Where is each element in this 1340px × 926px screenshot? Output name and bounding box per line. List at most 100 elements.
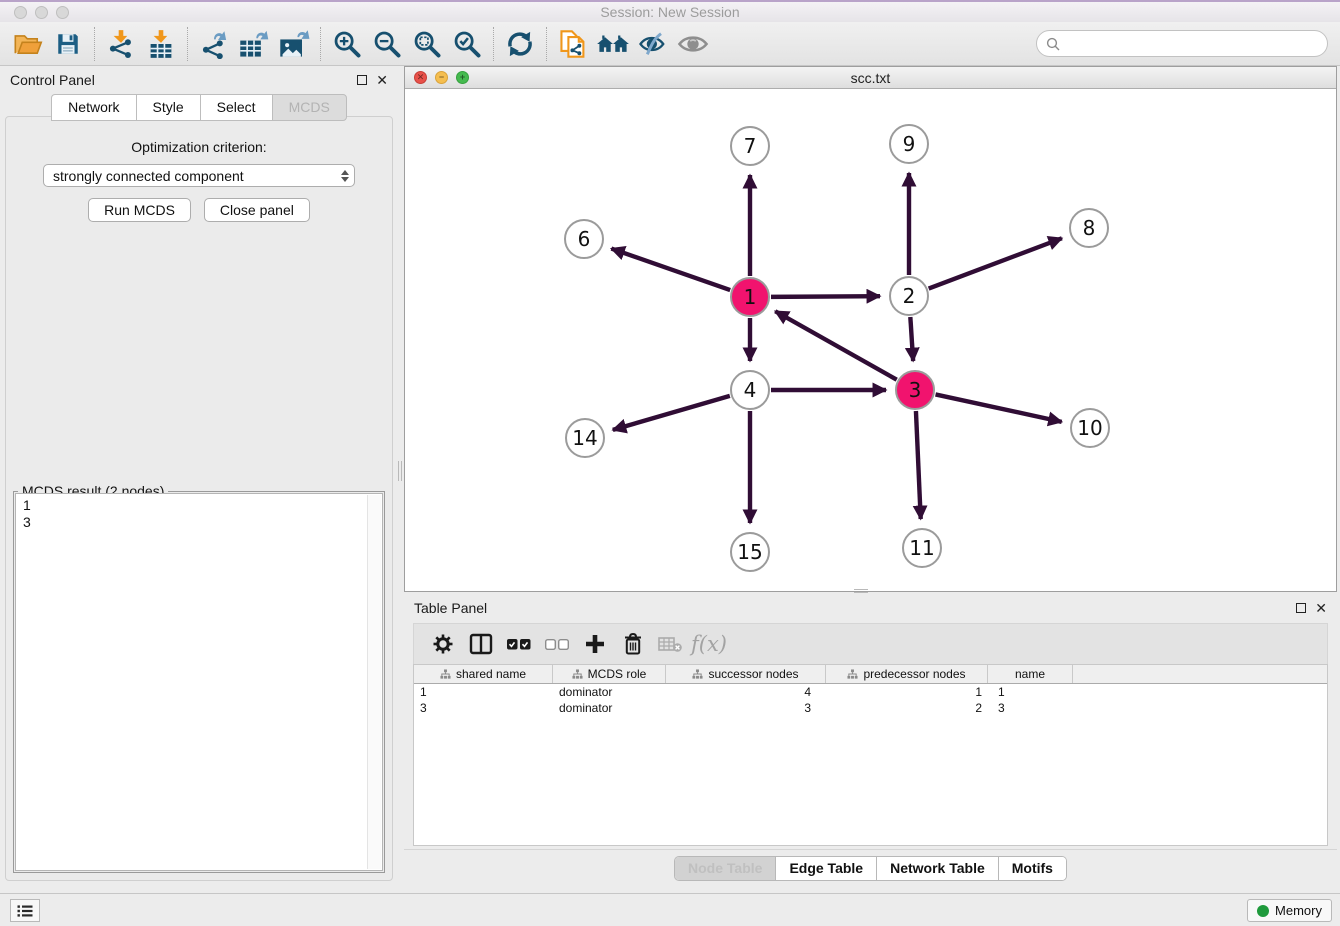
graph-edges	[405, 89, 1336, 591]
zoom-fit-icon[interactable]	[407, 26, 447, 62]
graph-node-8[interactable]: 8	[1069, 208, 1109, 248]
control-panel-title: Control Panel	[10, 72, 95, 88]
tab-mcds[interactable]: MCDS	[272, 94, 347, 121]
graph-node-4[interactable]: 4	[730, 370, 770, 410]
table-header-row: shared name MCDS role successor nodes pr…	[414, 665, 1327, 684]
network-view-window: ✕ − + scc.txt 7 9 6 8 1 2 4 3 14 10 15 11	[404, 66, 1337, 592]
close-panel-button[interactable]: Close panel	[204, 198, 310, 222]
dropdown-stepper-icon	[341, 170, 349, 182]
memory-label: Memory	[1275, 903, 1322, 918]
export-image-icon[interactable]	[274, 26, 314, 62]
graph-edge-2-8[interactable]	[929, 238, 1062, 288]
tab-network[interactable]: Network	[51, 94, 135, 121]
horizontal-splitter-grip[interactable]	[854, 589, 868, 593]
graph-edge-2-3[interactable]	[910, 317, 913, 361]
graph-edge-4-14[interactable]	[613, 396, 730, 430]
table-panel: Table Panel ✕ f(x)	[404, 595, 1337, 887]
result-line: 3	[23, 514, 382, 531]
graph-edge-1-6[interactable]	[611, 249, 730, 291]
zoom-out-icon[interactable]	[367, 26, 407, 62]
window-title: Session: New Session	[0, 4, 1340, 20]
vertical-splitter-grip[interactable]	[398, 461, 402, 481]
column-header-mcds-role[interactable]: MCDS role	[553, 665, 666, 683]
graph-node-7[interactable]: 7	[730, 126, 770, 166]
gear-icon[interactable]	[424, 627, 462, 661]
main-toolbar	[0, 22, 1340, 66]
graph-node-14[interactable]: 14	[565, 418, 605, 458]
hide-selected-icon[interactable]	[633, 26, 673, 62]
toolbar-separator	[546, 27, 547, 61]
graph-node-11[interactable]: 11	[902, 528, 942, 568]
task-history-button[interactable]	[10, 899, 40, 922]
table-row[interactable]: 3 dominator 3 2 3	[414, 700, 1327, 716]
result-line: 1	[23, 497, 382, 514]
graph-canvas[interactable]: 7 9 6 8 1 2 4 3 14 10 15 11	[405, 89, 1336, 591]
graph-node-3[interactable]: 3	[895, 370, 935, 410]
function-builder-icon[interactable]: f(x)	[690, 627, 728, 661]
run-mcds-button[interactable]: Run MCDS	[88, 198, 191, 222]
close-panel-icon[interactable]: ✕	[376, 75, 388, 85]
tab-style[interactable]: Style	[136, 94, 200, 121]
control-panel-tabs: Network Style Select MCDS	[0, 94, 398, 121]
graph-node-9[interactable]: 9	[889, 124, 929, 164]
tab-node-table[interactable]: Node Table	[675, 857, 776, 880]
column-header-predecessor-nodes[interactable]: predecessor nodes	[826, 665, 988, 683]
import-network-icon[interactable]	[101, 26, 141, 62]
network-window-title: scc.txt	[405, 70, 1336, 86]
zoom-selected-icon[interactable]	[447, 26, 487, 62]
result-scrollbar[interactable]	[367, 495, 381, 869]
graph-node-10[interactable]: 10	[1070, 408, 1110, 448]
graph-node-15[interactable]: 15	[730, 532, 770, 572]
optimization-criterion-label: Optimization criterion:	[6, 139, 392, 155]
apply-layout-icon[interactable]	[500, 26, 540, 62]
list-icon	[16, 903, 34, 919]
graph-node-2[interactable]: 2	[889, 276, 929, 316]
attribute-type-icon	[572, 669, 583, 680]
tab-select[interactable]: Select	[200, 94, 272, 121]
node-table: shared name MCDS role successor nodes pr…	[413, 664, 1328, 846]
tab-motifs[interactable]: Motifs	[999, 857, 1066, 880]
copy-network-icon[interactable]	[553, 26, 593, 62]
graph-edge-3-11[interactable]	[916, 411, 921, 519]
add-column-icon[interactable]	[576, 627, 614, 661]
close-table-panel-icon[interactable]: ✕	[1315, 603, 1327, 613]
float-panel-icon[interactable]	[357, 75, 367, 85]
graph-edge-3-10[interactable]	[936, 394, 1062, 421]
column-header-successor-nodes[interactable]: successor nodes	[666, 665, 826, 683]
dropdown-value: strongly connected component	[53, 168, 244, 184]
memory-button[interactable]: Memory	[1247, 899, 1332, 922]
attribute-type-icon	[847, 669, 858, 680]
search-box[interactable]	[1036, 30, 1328, 57]
column-header-shared-name[interactable]: shared name	[414, 665, 553, 683]
column-header-name[interactable]: name	[988, 665, 1073, 683]
optimization-criterion-dropdown[interactable]: strongly connected component	[43, 164, 355, 187]
save-session-icon[interactable]	[48, 26, 88, 62]
graph-node-1[interactable]: 1	[730, 277, 770, 317]
show-all-icon[interactable]	[673, 26, 713, 62]
open-file-icon[interactable]	[8, 26, 48, 62]
graph-edge-1-2[interactable]	[771, 296, 880, 297]
graph-node-6[interactable]: 6	[564, 219, 604, 259]
mcds-panel-body: Optimization criterion: strongly connect…	[5, 116, 393, 881]
tab-network-table[interactable]: Network Table	[877, 857, 999, 880]
graph-edge-3-1[interactable]	[775, 311, 896, 379]
export-network-icon[interactable]	[194, 26, 234, 62]
toolbar-separator	[493, 27, 494, 61]
tab-edge-table[interactable]: Edge Table	[776, 857, 877, 880]
split-panel-icon[interactable]	[462, 627, 500, 661]
mcds-result-list[interactable]: 1 3	[15, 493, 383, 871]
table-toolbar: f(x)	[413, 623, 1328, 664]
float-table-panel-icon[interactable]	[1296, 603, 1306, 613]
select-all-checkboxes-icon[interactable]	[500, 627, 538, 661]
search-input[interactable]	[1066, 36, 1327, 51]
delete-table-icon[interactable]	[652, 627, 690, 661]
zoom-in-icon[interactable]	[327, 26, 367, 62]
export-table-icon[interactable]	[234, 26, 274, 62]
first-neighbors-icon[interactable]	[593, 26, 633, 62]
delete-icon[interactable]	[614, 627, 652, 661]
network-window-titlebar[interactable]: ✕ − + scc.txt	[405, 67, 1336, 89]
import-table-icon[interactable]	[141, 26, 181, 62]
table-row[interactable]: 1 dominator 4 1 1	[414, 684, 1327, 700]
toolbar-separator	[187, 27, 188, 61]
deselect-all-checkboxes-icon[interactable]	[538, 627, 576, 661]
